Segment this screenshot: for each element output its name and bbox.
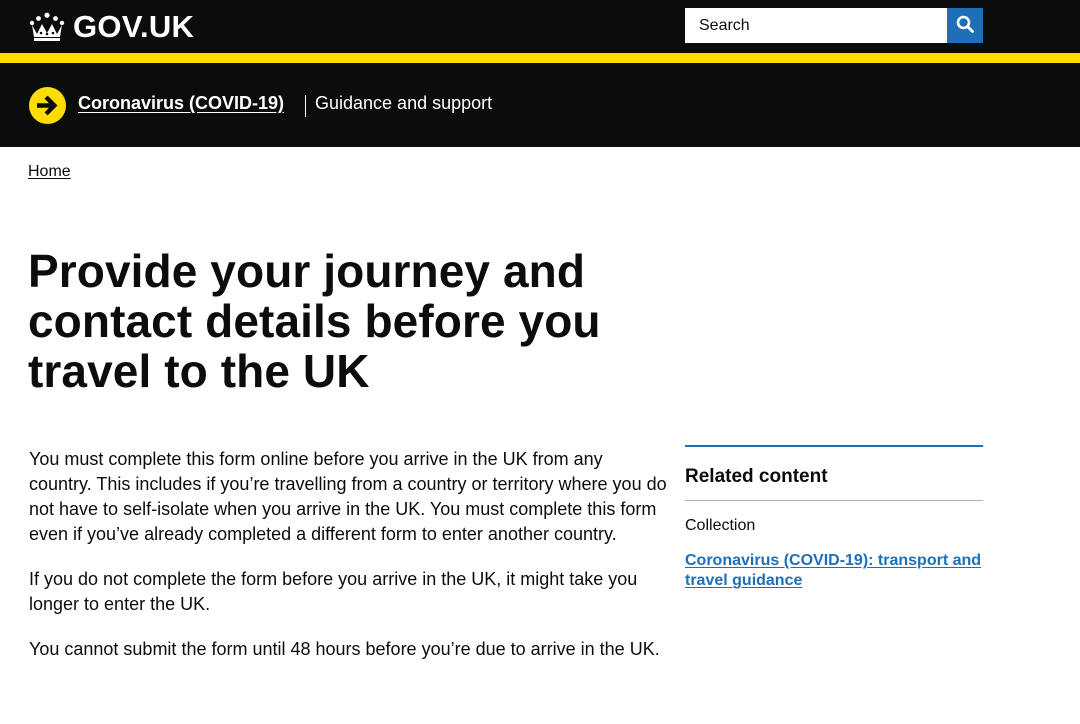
logo-text: GOV.UK xyxy=(73,9,195,44)
banner-divider xyxy=(305,95,306,117)
body-paragraph: You must complete this form online befor… xyxy=(29,449,667,544)
related-content-heading: Related content xyxy=(685,466,828,487)
header-accent-bar xyxy=(0,53,1080,63)
breadcrumb: Home xyxy=(28,163,71,181)
crown-icon xyxy=(29,12,65,42)
search-form xyxy=(685,8,983,43)
main-content: You must complete this form online befor… xyxy=(29,447,669,682)
related-divider xyxy=(685,500,983,501)
search-button[interactable] xyxy=(947,8,983,43)
related-link-transport-guidance[interactable]: Coronavirus (COVID-19): transport and tr… xyxy=(685,551,983,591)
covid-banner-tagline: Guidance and support xyxy=(315,93,493,113)
body-paragraph: You cannot submit the form until 48 hour… xyxy=(29,639,660,659)
covid-guidance-link[interactable]: Coronavirus (COVID-19) xyxy=(78,93,284,114)
related-collection-label: Collection xyxy=(685,517,756,534)
body-paragraph: If you do not complete the form before y… xyxy=(29,569,638,614)
search-input[interactable] xyxy=(685,8,947,43)
page-title: Provide your journey and contact details… xyxy=(28,245,601,397)
arrow-right-circle-icon xyxy=(29,87,66,124)
govuk-logo-link[interactable]: GOV.UK xyxy=(29,10,194,44)
covid-banner: Coronavirus (COVID-19) Guidance and supp… xyxy=(0,63,1080,147)
search-icon xyxy=(956,15,974,36)
breadcrumb-home-link[interactable]: Home xyxy=(28,163,71,180)
site-header: GOV.UK xyxy=(0,0,1080,53)
related-content-panel: Related content Collection Coronavirus (… xyxy=(685,445,983,591)
